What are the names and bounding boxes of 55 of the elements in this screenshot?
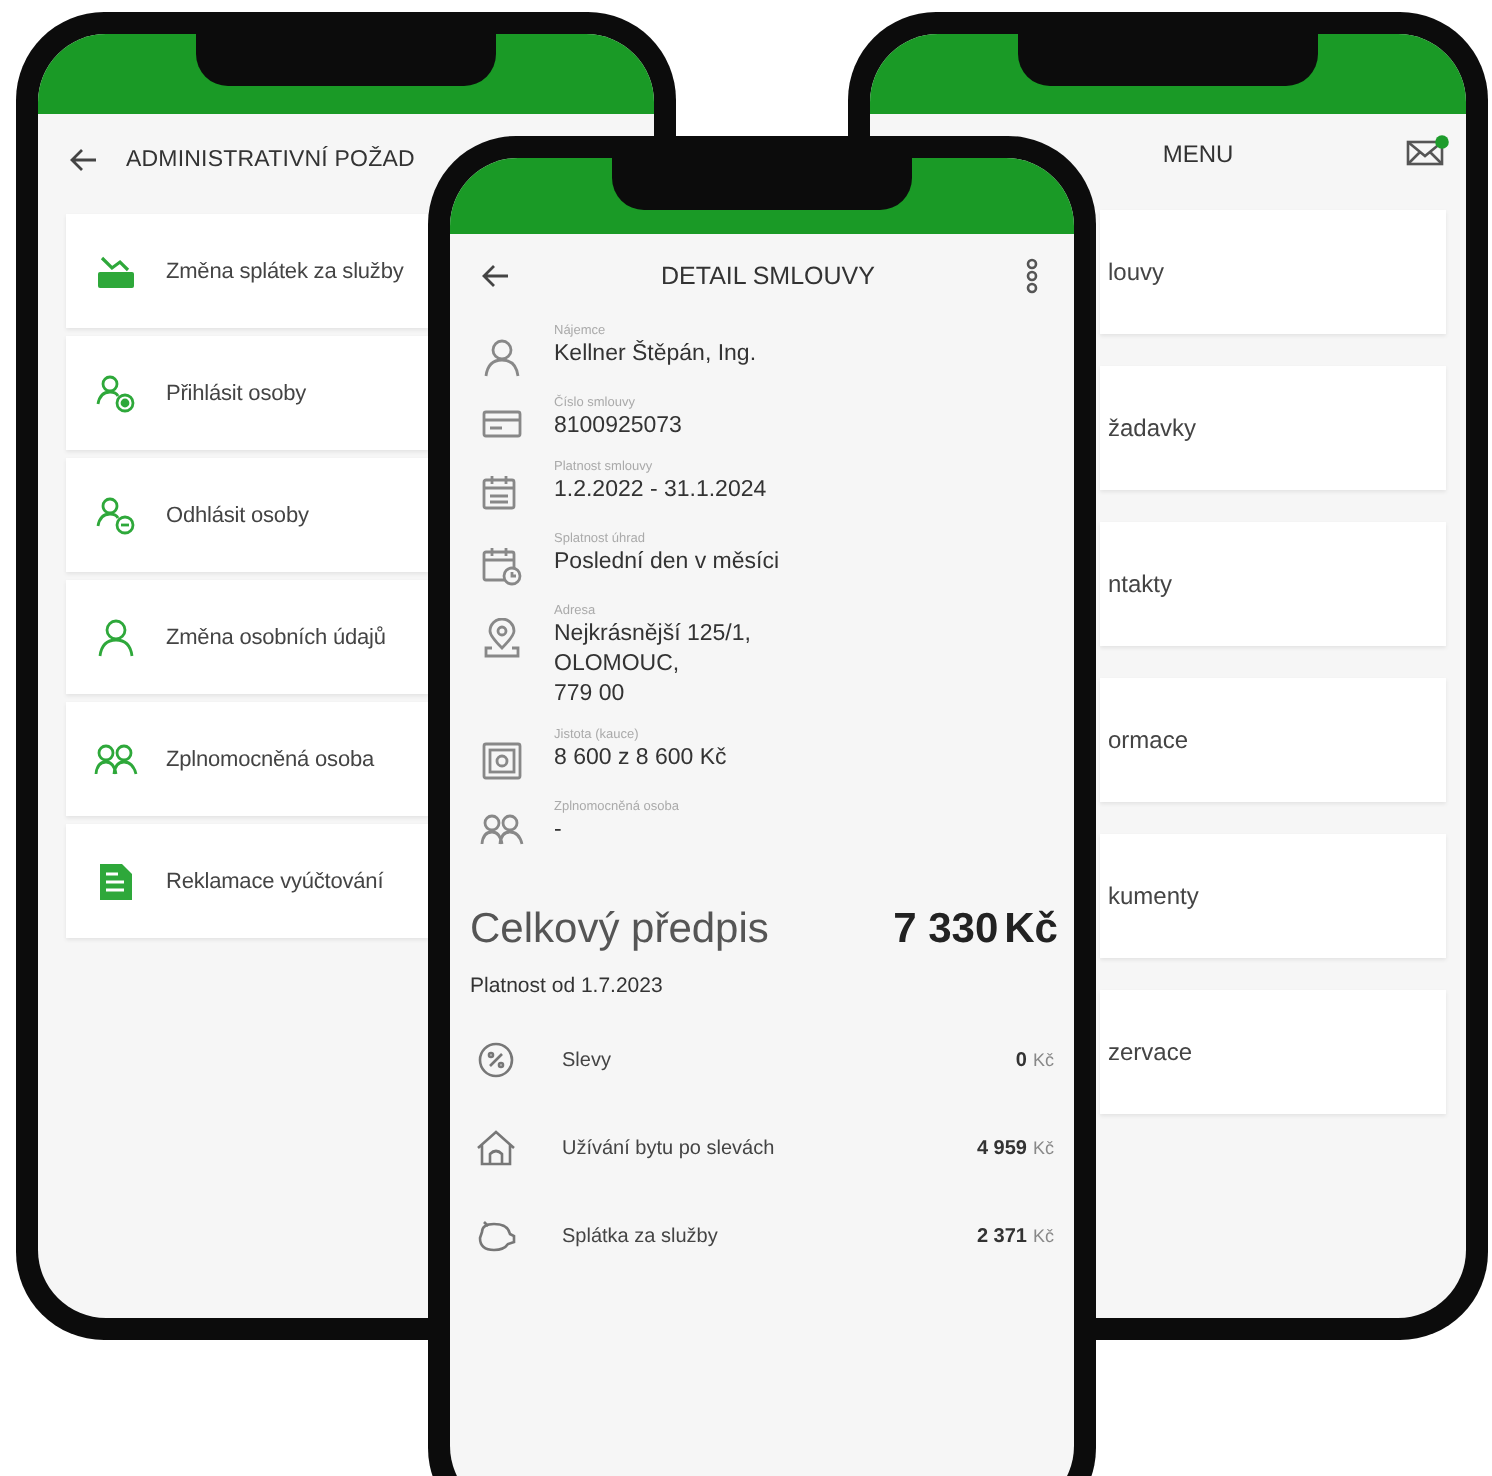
person-add-icon	[96, 373, 136, 413]
cash-icon	[96, 253, 136, 289]
charge-label: Splátka za služby	[562, 1225, 720, 1247]
person-remove-icon	[96, 495, 136, 535]
currency: Kč	[1032, 1226, 1054, 1246]
menu-item[interactable]: žadavky	[1100, 366, 1446, 490]
field-value: 8 600 z 8 600 Kč	[554, 744, 727, 774]
field-value: Nejkrásnější 125/1,	[554, 620, 751, 650]
back-arrow-icon[interactable]	[482, 264, 510, 288]
charge-amount: 2 371	[976, 1225, 1027, 1247]
request-item[interactable]: Odhlásit osoby	[66, 458, 428, 572]
calendar-clock-icon	[482, 546, 522, 586]
validity-date: Platnost od 1.7.2023	[468, 972, 665, 998]
field-value: 8100925073	[554, 412, 682, 442]
menu-item[interactable]: louvy	[1100, 210, 1446, 334]
charge-amount: 0	[1015, 1049, 1027, 1071]
field-value: Kellner Štěpán, Ing.	[554, 340, 757, 370]
back-arrow-icon[interactable]	[70, 148, 98, 172]
menu-item[interactable]: kumenty	[1100, 834, 1446, 958]
request-item[interactable]: Reklamace vyúčtování	[66, 824, 428, 938]
total-amount: 7 330	[893, 906, 999, 954]
screen-title: ADMINISTRATIVNÍ POŽAD	[126, 148, 415, 172]
card-icon	[482, 410, 522, 438]
request-item[interactable]: Zplnomocněná osoba	[66, 702, 428, 816]
currency: Kč	[1032, 1138, 1054, 1158]
field-value: 779 00	[554, 680, 627, 710]
screen-title: MENU	[1160, 140, 1234, 168]
person-icon	[484, 338, 520, 378]
field-value: Poslední den v měsíci	[554, 548, 780, 578]
currency: Kč	[1032, 1050, 1054, 1070]
field-value: 1.2.2022 - 31.1.2024	[554, 476, 767, 506]
percent-icon	[478, 1042, 514, 1078]
menu-item[interactable]: zervace	[1100, 990, 1446, 1114]
person-icon	[98, 617, 134, 657]
people-icon	[480, 814, 524, 846]
mail-icon[interactable]	[1406, 134, 1450, 166]
summary-title: Celkový předpis	[470, 906, 769, 954]
request-item[interactable]: Změna splátek za služby	[66, 214, 428, 328]
location-pin-icon	[484, 618, 520, 658]
safe-icon	[482, 742, 522, 782]
menu-item[interactable]: ntakty	[1100, 522, 1446, 646]
request-item[interactable]: Změna osobních údajů	[66, 580, 428, 694]
document-icon	[98, 861, 134, 901]
request-item[interactable]: Přihlásit osoby	[66, 336, 428, 450]
charge-amount: 4 959	[976, 1137, 1027, 1159]
screen-title: DETAIL SMLOUVY	[661, 262, 875, 290]
menu-item[interactable]: ormace	[1100, 678, 1446, 802]
field-value: -	[554, 816, 564, 846]
currency: Kč	[1004, 906, 1058, 954]
more-options-icon[interactable]	[1025, 258, 1038, 294]
charge-label: Slevy	[562, 1049, 613, 1071]
charge-label: Užívání bytu po slevách	[562, 1137, 777, 1159]
field-value: OLOMOUC,	[554, 650, 682, 680]
people-icon	[94, 743, 138, 775]
house-icon	[476, 1130, 516, 1166]
